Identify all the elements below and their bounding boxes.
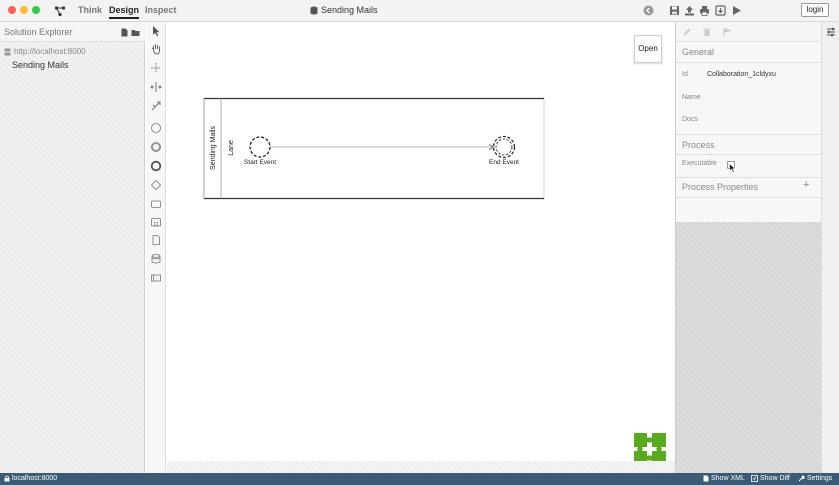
id-value[interactable]: Collaboration_1cldyxu <box>707 71 776 78</box>
solution-explorer-title: Solution Explorer <box>4 27 73 37</box>
lock-icon <box>4 475 10 482</box>
properties-panel: General Id Collaboration_1cldyxu Name Do… <box>675 22 822 473</box>
gateway-tool-icon[interactable] <box>150 179 162 191</box>
end-event-shape[interactable] <box>492 135 516 159</box>
tab-design[interactable]: Design <box>109 5 140 19</box>
toolbox <box>146 22 166 473</box>
tab-think[interactable]: Think <box>78 5 102 15</box>
bpmn-diagram: Sending Mails Lane Start Event End Event <box>203 97 545 200</box>
open-folder-icon[interactable] <box>131 28 140 37</box>
open-button[interactable]: Open <box>634 35 662 63</box>
tab-inspect[interactable]: Inspect <box>145 5 177 15</box>
space-tool-icon[interactable] <box>150 81 162 93</box>
lasso-tool-icon[interactable] <box>150 62 162 74</box>
mouse-cursor-icon <box>729 163 736 173</box>
wrench-icon <box>798 475 805 482</box>
window-title-text: Sending Mails <box>321 5 378 15</box>
server-node[interactable]: http://localhost:8000 <box>4 47 86 56</box>
login-button[interactable]: login <box>801 3 829 17</box>
data-store-tool-icon[interactable] <box>150 253 162 265</box>
show-diff-label: Show Diff <box>760 475 790 482</box>
pool-tool-icon[interactable] <box>150 272 162 284</box>
process-section-title: Process <box>682 140 715 150</box>
start-event-tool-icon[interactable] <box>150 122 162 134</box>
name-label: Name <box>682 94 701 101</box>
new-file-icon[interactable] <box>120 28 129 37</box>
app-logo-icon <box>54 6 66 17</box>
deploy-icon[interactable] <box>715 5 726 16</box>
end-event-label: End Event <box>489 159 519 166</box>
server-status[interactable]: localhost:8000 <box>4 475 57 482</box>
name-field[interactable] <box>707 94 817 103</box>
print-icon[interactable] <box>699 5 710 16</box>
server-icon <box>4 48 11 55</box>
start-event-shape[interactable] <box>249 136 271 158</box>
process-properties-title: Process Properties <box>682 182 759 192</box>
intermediate-event-tool-icon[interactable] <box>150 141 162 153</box>
start-event-label: Start Event <box>244 159 276 166</box>
show-xml-button[interactable]: Show XML <box>703 475 745 482</box>
maximize-window-button[interactable] <box>32 6 40 14</box>
id-label: Id <box>682 71 688 78</box>
back-icon[interactable] <box>643 5 654 16</box>
server-status-text: localhost:8000 <box>12 475 58 482</box>
upload-icon[interactable] <box>684 5 695 16</box>
pool-label: Sending Mails <box>210 126 217 170</box>
file-icon <box>703 475 709 482</box>
solution-explorer-header: Solution Explorer <box>0 22 145 42</box>
general-section-title: General <box>682 47 715 57</box>
minimize-window-button[interactable] <box>20 6 28 14</box>
canvas-bottom-strip <box>167 461 675 473</box>
divider <box>676 197 822 198</box>
settings-label: Settings <box>807 475 833 482</box>
docs-field[interactable] <box>707 116 817 125</box>
end-event-tool-icon[interactable] <box>150 160 162 172</box>
server-label: http://localhost:8000 <box>14 47 86 56</box>
properties-toolbar <box>676 22 822 42</box>
title-bar: Think Design Inspect Sending Mails login <box>0 0 839 22</box>
divider <box>676 154 822 155</box>
show-diff-button[interactable]: Show Diff <box>751 475 790 482</box>
play-icon[interactable] <box>731 5 742 16</box>
close-window-button[interactable] <box>8 6 16 14</box>
show-xml-label: Show XML <box>711 475 745 482</box>
docs-label: Docs <box>682 116 698 123</box>
window-title: Sending Mails <box>310 5 378 15</box>
solution-explorer-panel: Solution Explorer http://localhost:8000 … <box>0 22 145 473</box>
delete-icon[interactable] <box>702 27 712 37</box>
data-object-tool-icon[interactable] <box>150 234 162 246</box>
hand-tool-icon[interactable] <box>150 43 162 55</box>
status-bar: localhost:8000 Show XML Show Diff Settin… <box>0 473 839 485</box>
properties-body: General Id Collaboration_1cldyxu Name Do… <box>676 42 822 222</box>
settings-button[interactable]: Settings <box>798 475 832 482</box>
flag-icon[interactable] <box>722 27 732 37</box>
tree-item-sending-mails[interactable]: Sending Mails <box>12 60 69 70</box>
edit-icon[interactable] <box>682 27 692 37</box>
side-strip <box>821 22 839 473</box>
lane-label: Lane <box>228 140 235 156</box>
diagram-canvas[interactable]: Open Sending Mails Lane Start Event End … <box>167 22 675 473</box>
diff-icon <box>751 475 758 482</box>
divider <box>676 177 822 178</box>
executable-label: Executable <box>682 160 717 167</box>
database-icon <box>310 6 318 14</box>
pointer-tool-icon[interactable] <box>150 25 162 37</box>
task-tool-icon[interactable] <box>150 198 162 210</box>
add-process-property-button[interactable]: + <box>803 179 809 191</box>
save-icon[interactable] <box>669 5 680 16</box>
divider <box>676 62 822 63</box>
divider <box>676 134 822 135</box>
settings-sliders-icon[interactable] <box>826 27 836 37</box>
subprocess-tool-icon[interactable] <box>150 216 162 228</box>
connect-tool-icon[interactable] <box>150 100 162 112</box>
